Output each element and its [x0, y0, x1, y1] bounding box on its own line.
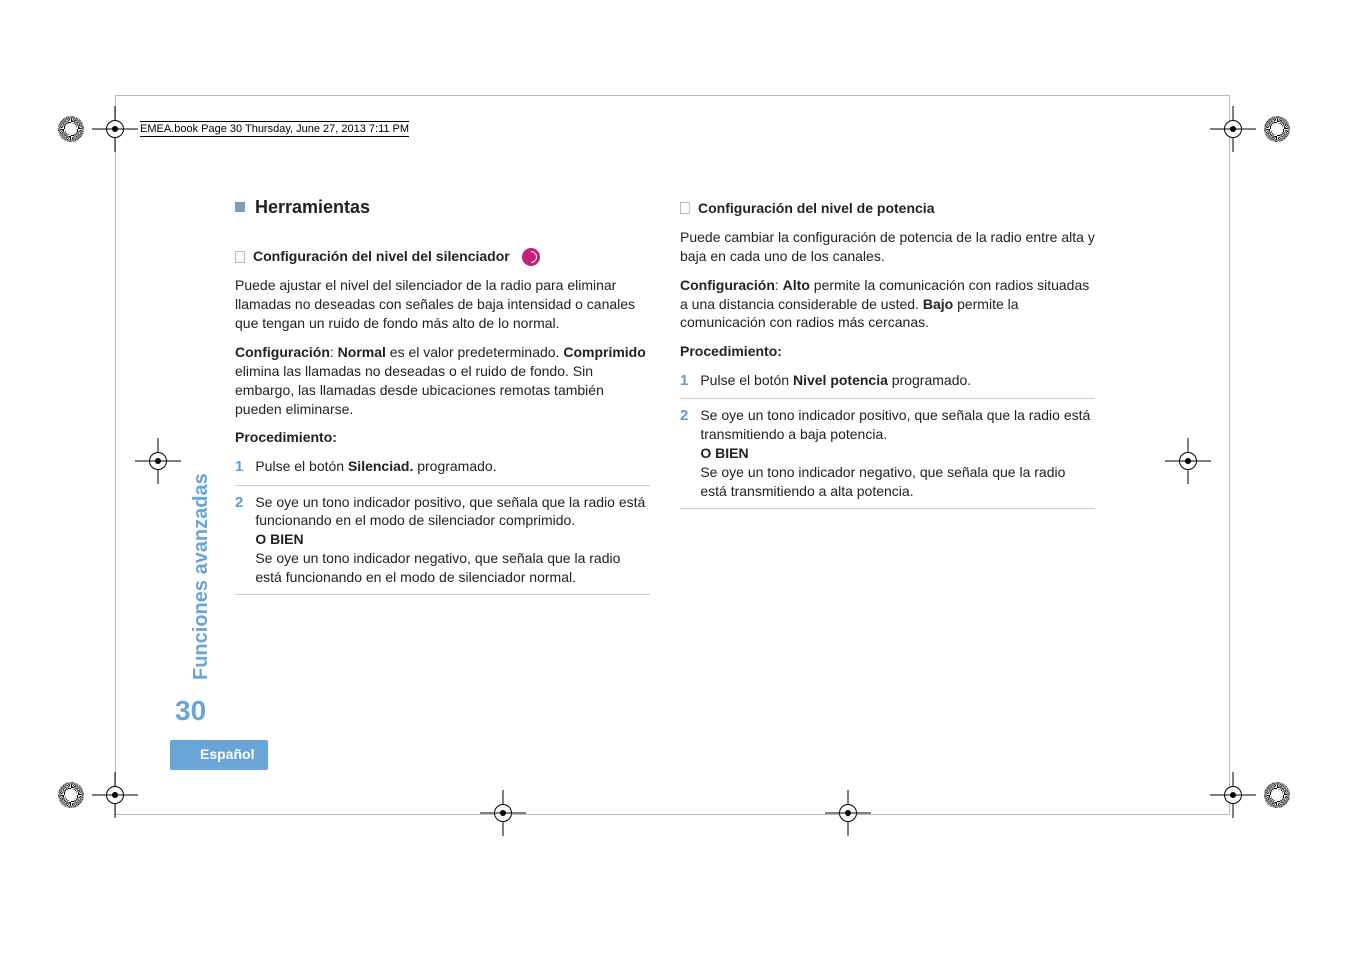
step-2b: Se oye un tono indicador negativo, que s…	[700, 463, 1095, 501]
step-body: Pulse el botón Silenciad. programado.	[255, 457, 650, 477]
proc-colon: :	[777, 343, 782, 359]
registration-mark-icon	[58, 782, 84, 808]
book-header: EMEA.book Page 30 Thursday, June 27, 201…	[140, 121, 409, 137]
text: Pulse el botón	[255, 458, 348, 474]
crosshair-icon	[1210, 106, 1256, 152]
square-bullet-icon	[235, 202, 245, 212]
radio-icon	[522, 248, 540, 266]
page-number: 30	[175, 695, 206, 727]
power-step-2: 2 Se oye un tono indicador positivo, que…	[680, 406, 1095, 508]
step-body: Se oye un tono indicador positivo, que s…	[700, 406, 1095, 500]
page-icon	[680, 202, 690, 214]
step-number: 1	[235, 457, 243, 477]
squelch-step-1: 1 Pulse el botón Silenciad. programado.	[235, 457, 650, 485]
step-2a: Se oye un tono indicador positivo, que s…	[700, 406, 1095, 444]
bajo-label: Bajo	[923, 296, 953, 312]
text: programado.	[888, 372, 971, 388]
nivel-potencia-label: Nivel potencia	[793, 372, 888, 388]
proc-colon: :	[332, 429, 337, 445]
text: Pulse el botón	[700, 372, 793, 388]
registration-mark-icon	[1264, 116, 1290, 142]
comprimido-label: Comprimido	[563, 344, 645, 360]
tools-heading-text: Herramientas	[255, 195, 370, 219]
step-body: Se oye un tono indicador positivo, que s…	[255, 493, 650, 587]
proc-text: Procedimiento	[235, 429, 332, 445]
config-label: Configuración	[235, 344, 330, 360]
or-label: O BIEN	[255, 530, 650, 549]
squelch-heading: Configuración del nivel del silenciador	[235, 247, 650, 266]
power-intro: Puede cambiar la configuración de potenc…	[680, 228, 1095, 266]
or-label: O BIEN	[700, 444, 1095, 463]
step-body: Pulse el botón Nivel potencia programado…	[700, 371, 1095, 391]
tools-heading: Herramientas	[235, 195, 650, 219]
config-label: Configuración	[680, 277, 775, 293]
crosshair-icon	[92, 772, 138, 818]
crosshair-icon	[92, 106, 138, 152]
left-column: Herramientas Configuración del nivel del…	[235, 195, 650, 602]
side-tab: Funciones avanzadas	[190, 380, 220, 680]
step-2b: Se oye un tono indicador negativo, que s…	[255, 549, 650, 587]
squelch-config: Configuración: Normal es el valor predet…	[235, 343, 650, 419]
squelch-intro: Puede ajustar el nivel del silenciador d…	[235, 276, 650, 333]
silenciad-label: Silenciad.	[348, 458, 413, 474]
text: programado.	[413, 458, 496, 474]
alto-label: Alto	[783, 277, 810, 293]
registration-mark-icon	[1264, 782, 1290, 808]
power-heading-text: Configuración del nivel de potencia	[698, 199, 934, 218]
page-icon	[235, 251, 245, 263]
power-step-1: 1 Pulse el botón Nivel potencia programa…	[680, 371, 1095, 399]
proc-text: Procedimiento	[680, 343, 777, 359]
language-label: Español	[170, 740, 268, 770]
text: :	[775, 277, 783, 293]
normal-label: Normal	[338, 344, 386, 360]
crosshair-icon	[480, 790, 526, 836]
procedure-label: Procedimiento:	[235, 428, 650, 447]
power-config: Configuración: Alto permite la comunicac…	[680, 276, 1095, 333]
content-area: Herramientas Configuración del nivel del…	[235, 195, 1095, 602]
step-number: 2	[680, 406, 688, 500]
squelch-heading-text: Configuración del nivel del silenciador	[253, 247, 510, 266]
squelch-step-2: 2 Se oye un tono indicador positivo, que…	[235, 493, 650, 595]
right-column: Configuración del nivel de potencia Pued…	[680, 195, 1095, 602]
registration-mark-icon	[58, 116, 84, 142]
step-2a: Se oye un tono indicador positivo, que s…	[255, 493, 650, 531]
text: es el valor predeterminado.	[386, 344, 563, 360]
power-heading: Configuración del nivel de potencia	[680, 199, 1095, 218]
procedure-label: Procedimiento:	[680, 342, 1095, 361]
crosshair-icon	[1165, 438, 1211, 484]
step-number: 1	[680, 371, 688, 391]
crosshair-icon	[825, 790, 871, 836]
step-number: 2	[235, 493, 243, 587]
text: elimina las llamadas no deseadas o el ru…	[235, 363, 604, 417]
text: :	[330, 344, 338, 360]
crosshair-icon	[1210, 772, 1256, 818]
crosshair-icon	[135, 438, 181, 484]
